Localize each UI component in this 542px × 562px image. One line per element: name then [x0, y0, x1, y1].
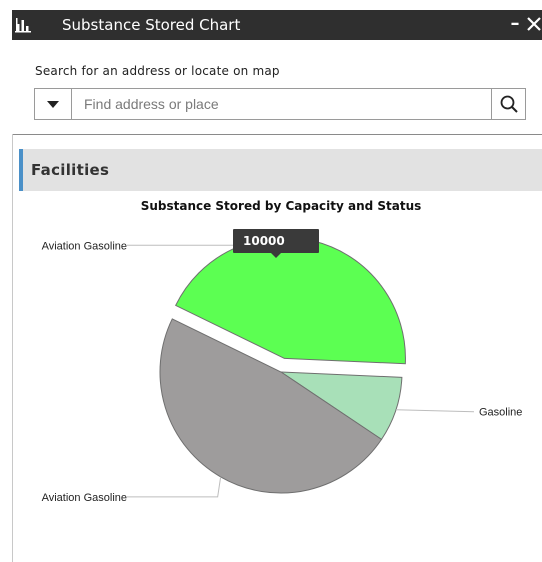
close-icon — [527, 17, 541, 31]
leader-line-3 — [127, 476, 222, 498]
leader-line-2 — [395, 409, 475, 413]
caret-down-icon — [47, 101, 59, 108]
slice-label-3: Aviation Gasoline — [42, 492, 127, 504]
search-box — [34, 88, 526, 120]
search-button[interactable] — [491, 89, 526, 119]
slice-label-2: Gasoline — [479, 407, 522, 419]
close-button[interactable] — [526, 12, 542, 36]
window-title-bar: Substance Stored Chart – — [12, 10, 542, 40]
magnifier-icon — [500, 95, 518, 113]
slice-label-1: Aviation Gasoline — [42, 240, 127, 252]
panel-left-edge — [12, 134, 13, 562]
bar-chart-icon — [14, 16, 32, 34]
chart-title: Substance Stored by Capacity and Status — [141, 199, 422, 213]
pie-chart: Substance Stored by Capacity and Status A… — [19, 192, 542, 562]
tooltip-value: 10000 — [243, 234, 285, 248]
search-label: Search for an address or locate on map — [35, 64, 280, 78]
window-title: Substance Stored Chart — [62, 16, 241, 34]
search-source-dropdown[interactable] — [35, 89, 72, 119]
section-title: Facilities — [31, 161, 110, 179]
panel-divider — [12, 134, 542, 135]
facilities-section-header[interactable]: Facilities — [19, 149, 542, 191]
search-input[interactable] — [72, 89, 490, 119]
minimize-button[interactable]: – — [508, 13, 522, 35]
